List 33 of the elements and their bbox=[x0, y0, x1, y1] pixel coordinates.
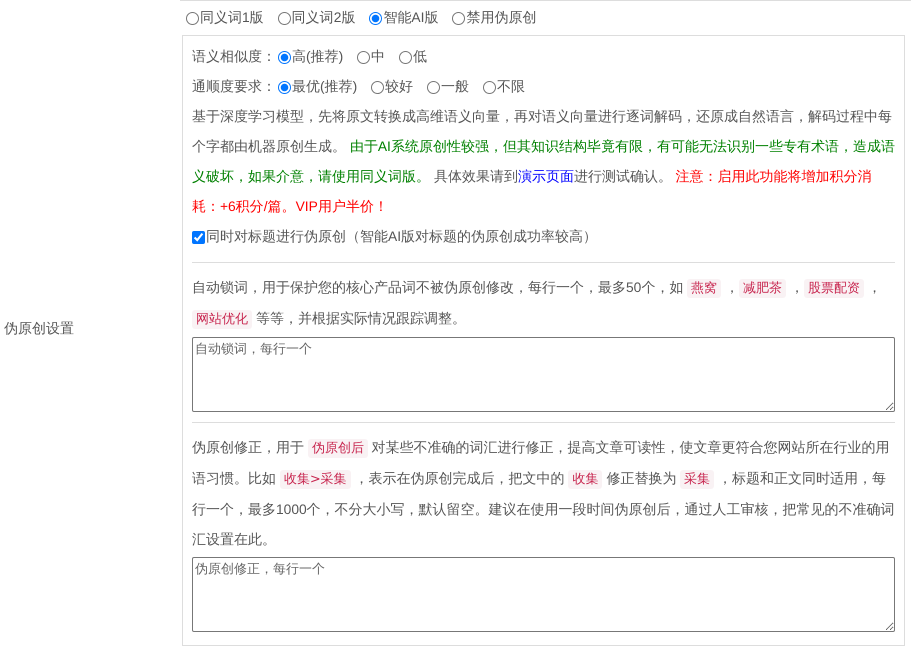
radio-label[interactable]: 一般 bbox=[441, 78, 470, 96]
option-label: 语义相似度： bbox=[192, 48, 276, 66]
radio-label[interactable]: 最优(推荐) bbox=[292, 78, 358, 96]
radio-button[interactable] bbox=[399, 50, 412, 64]
radio-button[interactable] bbox=[483, 80, 496, 94]
radio-label[interactable]: 禁用伪原创 bbox=[466, 9, 536, 27]
settings-label: 伪原创设置 bbox=[4, 320, 74, 338]
radio-button[interactable] bbox=[357, 50, 370, 64]
radio-label[interactable]: 低 bbox=[413, 48, 428, 66]
radio-label[interactable]: 智能AI版 bbox=[383, 9, 438, 27]
ai-description: 基于深度学习模型，先将原文转换成高维语义向量，再对语义向量进行逐词解码，还原成自然语言，解码过程中每个字都由机器原创生成。 由于AI系统原创性较强，但其知识结构毕竟有限，有可能无法识别一些专有术语，造成语义破坏，如果介意，请使用同义词版。 具体效果请到演示页面进行测试确认。 注意：启用此功能将增加积分消耗：+6积分/篇。VIP用户半价！ bbox=[192, 108, 895, 216]
radio-button[interactable] bbox=[278, 50, 291, 64]
radio-label[interactable]: 同义词2版 bbox=[292, 9, 356, 27]
radio-button[interactable] bbox=[371, 80, 384, 94]
radio-label[interactable]: 不限 bbox=[497, 78, 526, 96]
radio-label[interactable]: 中 bbox=[371, 48, 386, 66]
radio-label[interactable]: 高(推荐) bbox=[292, 48, 344, 66]
correction-description: 伪原创修正，用于 伪原创后 对某些不准确的词汇进行修正，提高文章可读性，使文章更符合您网站所在行业的用语习惯。比如 收集>采集 ，表示在伪原创完成后，把文中的 收集 修正替换为 采集 ，标题和正文同时适用，每行一个，最多1000个，不分大小写，默认留空。建议在使用一段时间伪原创后，通过人工审核，把常见的不准确词汇设置在此。 bbox=[192, 438, 895, 549]
checkbox-label[interactable]: 同时对标题进行伪原创（智能AI版对标题的伪原创成功率较高） bbox=[206, 228, 598, 246]
radio-label[interactable]: 同义词1版 bbox=[200, 9, 264, 27]
lock-words-field[interactable]: 自动锁词，每行一个 bbox=[192, 337, 895, 412]
radio-button[interactable] bbox=[369, 12, 382, 24]
radio-button[interactable] bbox=[427, 80, 440, 94]
radio-button[interactable] bbox=[452, 12, 466, 24]
radio-button[interactable] bbox=[278, 80, 291, 94]
option-label: 通顺度要求： bbox=[192, 78, 276, 96]
correction-field[interactable]: 伪原创修正，每行一个 bbox=[192, 557, 895, 632]
radio-label[interactable]: 较好 bbox=[385, 78, 414, 96]
demo-link[interactable]: 演示页面 bbox=[518, 169, 574, 184]
checkbox[interactable] bbox=[192, 230, 205, 244]
lock-words-description: 自动锁词，用于保护您的核心产品词不被伪原创修改，每行一个，最多50个，如 燕窝 ， 减肥茶 ， 股票配资 ， 网站优化 等等，并根据实际情况跟踪调整。 bbox=[192, 278, 883, 331]
radio-button[interactable] bbox=[278, 12, 291, 24]
radio-button[interactable] bbox=[186, 12, 199, 24]
